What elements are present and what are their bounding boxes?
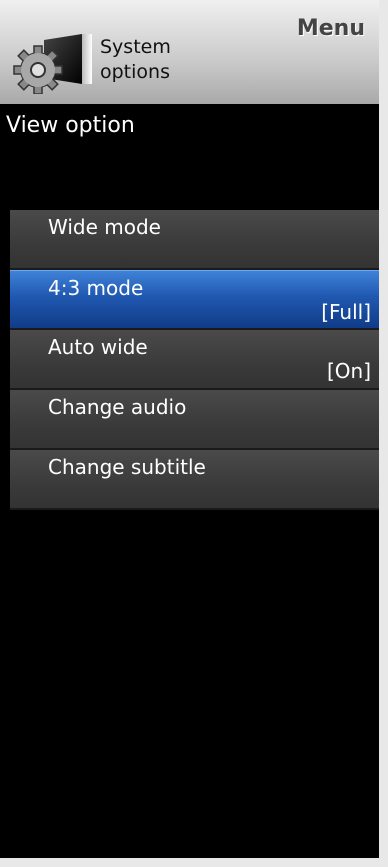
- option-value: [Full]: [321, 300, 371, 324]
- option-label: Wide mode: [48, 215, 161, 239]
- option-label: Auto wide: [48, 335, 148, 359]
- section-title-line1: System: [100, 36, 171, 58]
- option-label: Change subtitle: [48, 455, 206, 479]
- option-label: Change audio: [48, 395, 187, 419]
- option-change-subtitle[interactable]: Change subtitle: [10, 450, 379, 510]
- option-wide-mode[interactable]: Wide mode: [10, 210, 379, 270]
- tv-menu-screen: Menu System options View option Wide mod…: [0, 0, 379, 858]
- page-title: View option: [6, 113, 135, 138]
- gear-monitor-icon: [13, 34, 92, 94]
- option-list: Wide mode 4:3 mode [Full] Auto wide [On]…: [10, 210, 379, 510]
- menu-header: Menu System options: [0, 0, 379, 105]
- option-auto-wide[interactable]: Auto wide [On]: [10, 330, 379, 390]
- option-4-3-mode[interactable]: 4:3 mode [Full]: [10, 270, 379, 330]
- view-option-heading: View option: [0, 104, 379, 210]
- option-label: 4:3 mode: [48, 276, 144, 300]
- menu-title: Menu: [296, 16, 365, 41]
- option-change-audio[interactable]: Change audio: [10, 390, 379, 450]
- option-value: [On]: [326, 359, 371, 383]
- section-title: System options: [100, 35, 171, 85]
- section-title-line2: options: [100, 61, 170, 83]
